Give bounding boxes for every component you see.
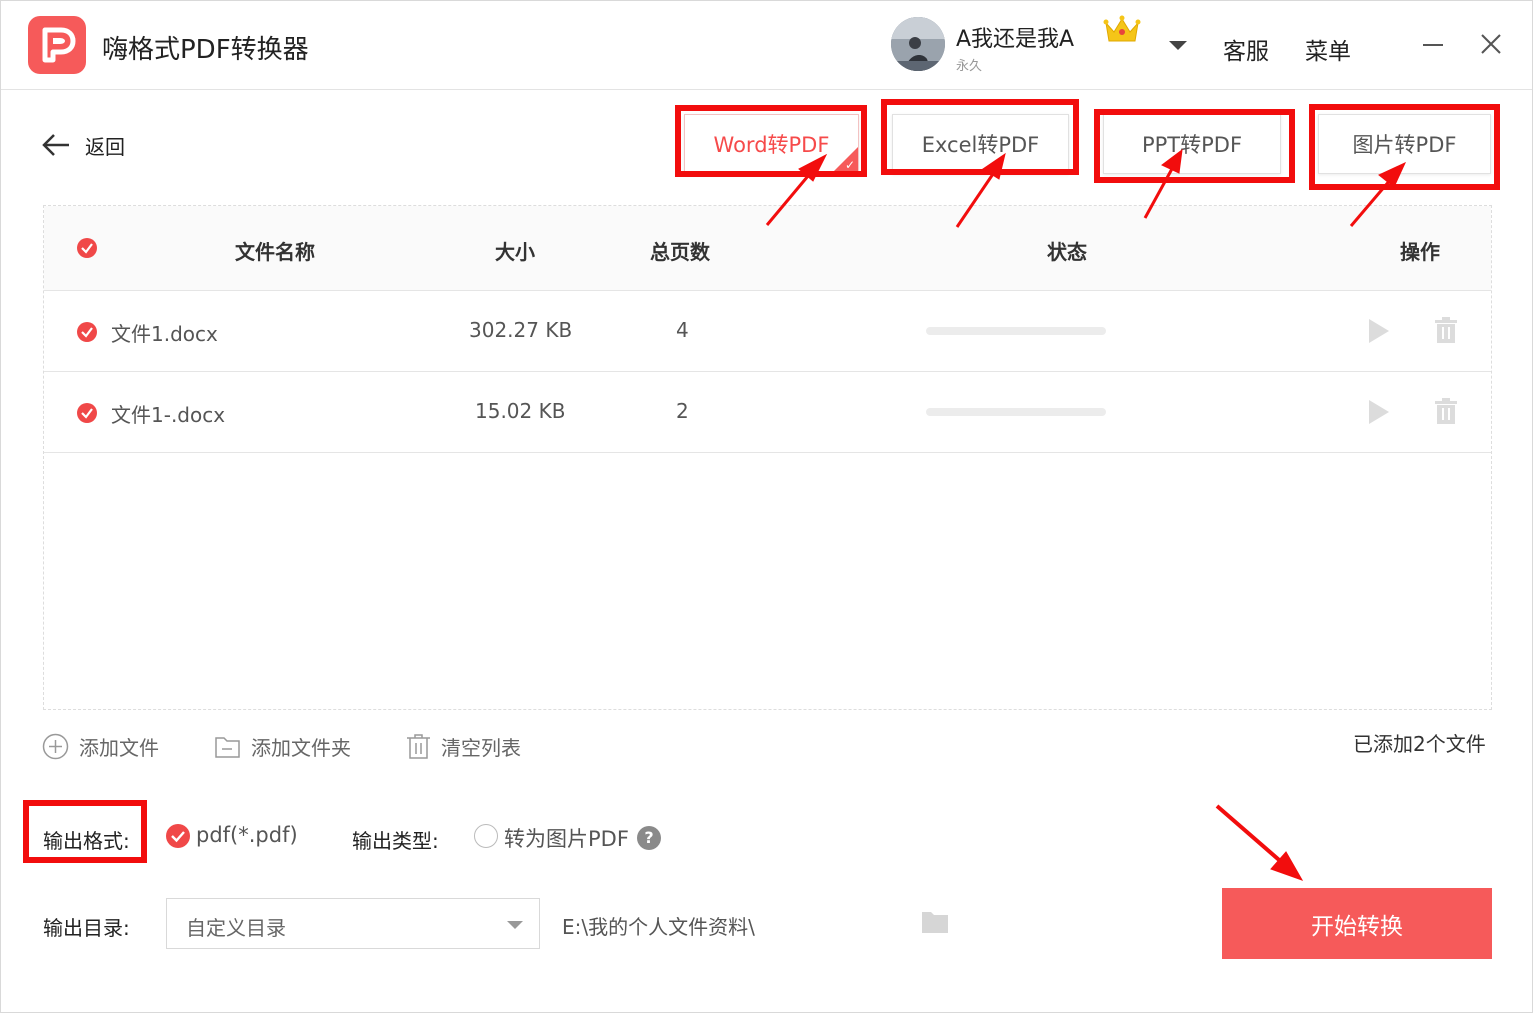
app-title: 嗨格式PDF转换器 xyxy=(102,35,309,65)
annotation-box-excel xyxy=(881,99,1079,175)
close-icon xyxy=(1481,34,1501,54)
menu-link[interactable]: 菜单 xyxy=(1305,32,1351,66)
play-icon[interactable] xyxy=(1369,319,1389,343)
file-name: 文件1-.docx xyxy=(111,403,226,427)
customer-service-link[interactable]: 客服 xyxy=(1223,32,1269,66)
back-label: 返回 xyxy=(85,134,125,159)
table-row: 文件1.docx 302.27 KB 4 xyxy=(44,291,1491,372)
clear-list-button[interactable]: 清空列表 xyxy=(406,732,521,761)
user-name: A我还是我A xyxy=(956,27,1075,52)
output-type-label: 输出类型: xyxy=(352,829,439,853)
plus-circle-icon xyxy=(42,733,69,760)
output-dir-select[interactable]: 自定义目录 xyxy=(166,898,540,949)
member-tier: 永久 xyxy=(956,59,983,74)
title-bar: 嗨格式PDF转换器 A我还是我A 永久 客服 菜单 xyxy=(1,1,1532,90)
start-convert-button[interactable]: 开始转换 xyxy=(1222,888,1492,959)
file-table: 文件名称 大小 总页数 状态 操作 文件1.docx 302.27 KB 4 文… xyxy=(43,205,1492,710)
folder-outline-icon xyxy=(215,736,240,758)
trash-outline-icon xyxy=(407,734,430,759)
app-window: 嗨格式PDF转换器 A我还是我A 永久 客服 菜单 返回 Word转PDF ✓ … xyxy=(0,0,1533,1013)
crown-icon xyxy=(1103,15,1141,49)
header-status: 状态 xyxy=(1047,240,1087,264)
header-size: 大小 xyxy=(495,240,535,264)
annotation-box-format xyxy=(23,800,147,863)
header-name: 文件名称 xyxy=(235,240,315,264)
select-all-checkbox[interactable] xyxy=(77,238,97,258)
output-dir-select-value: 自定义目录 xyxy=(186,916,286,940)
chevron-down-icon xyxy=(507,921,523,929)
help-icon[interactable]: ? xyxy=(637,826,661,850)
file-size: 302.27 KB xyxy=(469,318,573,342)
progress-bar xyxy=(926,327,1106,335)
file-name: 文件1.docx xyxy=(111,322,218,346)
format-pdf-label: pdf(*.pdf) xyxy=(196,823,298,847)
row-checkbox[interactable] xyxy=(77,322,97,342)
file-count-text: 已添加2个文件 xyxy=(1353,732,1486,756)
add-file-button[interactable]: 添加文件 xyxy=(42,732,159,761)
annotation-box-ppt xyxy=(1094,109,1295,183)
progress-bar xyxy=(926,408,1106,416)
arrow-head-start xyxy=(1270,851,1304,881)
clear-list-label: 清空列表 xyxy=(441,736,521,760)
arrow-start xyxy=(1215,804,1288,868)
annotation-box-image xyxy=(1309,104,1500,190)
folder-icon[interactable] xyxy=(921,910,949,938)
output-dir-path: E:\我的个人文件资料\ xyxy=(562,915,755,939)
close-button[interactable] xyxy=(1479,32,1503,56)
add-folder-button[interactable]: 添加文件夹 xyxy=(214,732,351,761)
add-folder-label: 添加文件夹 xyxy=(251,736,351,760)
page-count: 2 xyxy=(676,399,689,423)
file-size: 15.02 KB xyxy=(475,399,566,423)
back-button[interactable]: 返回 xyxy=(41,130,125,160)
minimize-button[interactable] xyxy=(1421,31,1445,55)
header-actions: 操作 xyxy=(1400,240,1440,264)
trash-icon[interactable] xyxy=(1434,398,1458,428)
annotation-box-word xyxy=(675,105,867,177)
format-pdf-radio[interactable] xyxy=(166,824,190,848)
add-file-label: 添加文件 xyxy=(79,736,159,760)
app-logo xyxy=(28,16,86,74)
output-dir-label: 输出目录: xyxy=(43,916,130,940)
header-pages: 总页数 xyxy=(650,240,710,264)
image-pdf-radio[interactable] xyxy=(474,824,498,848)
image-pdf-label: 转为图片PDF xyxy=(504,827,629,851)
play-icon[interactable] xyxy=(1369,400,1389,424)
table-header: 文件名称 大小 总页数 状态 操作 xyxy=(44,206,1491,291)
trash-icon[interactable] xyxy=(1434,317,1458,347)
row-checkbox[interactable] xyxy=(77,403,97,423)
page-count: 4 xyxy=(676,318,689,342)
user-avatar[interactable] xyxy=(891,17,945,71)
table-row: 文件1-.docx 15.02 KB 2 xyxy=(44,372,1491,453)
account-dropdown-icon[interactable] xyxy=(1169,41,1187,50)
back-arrow-icon xyxy=(42,134,69,156)
